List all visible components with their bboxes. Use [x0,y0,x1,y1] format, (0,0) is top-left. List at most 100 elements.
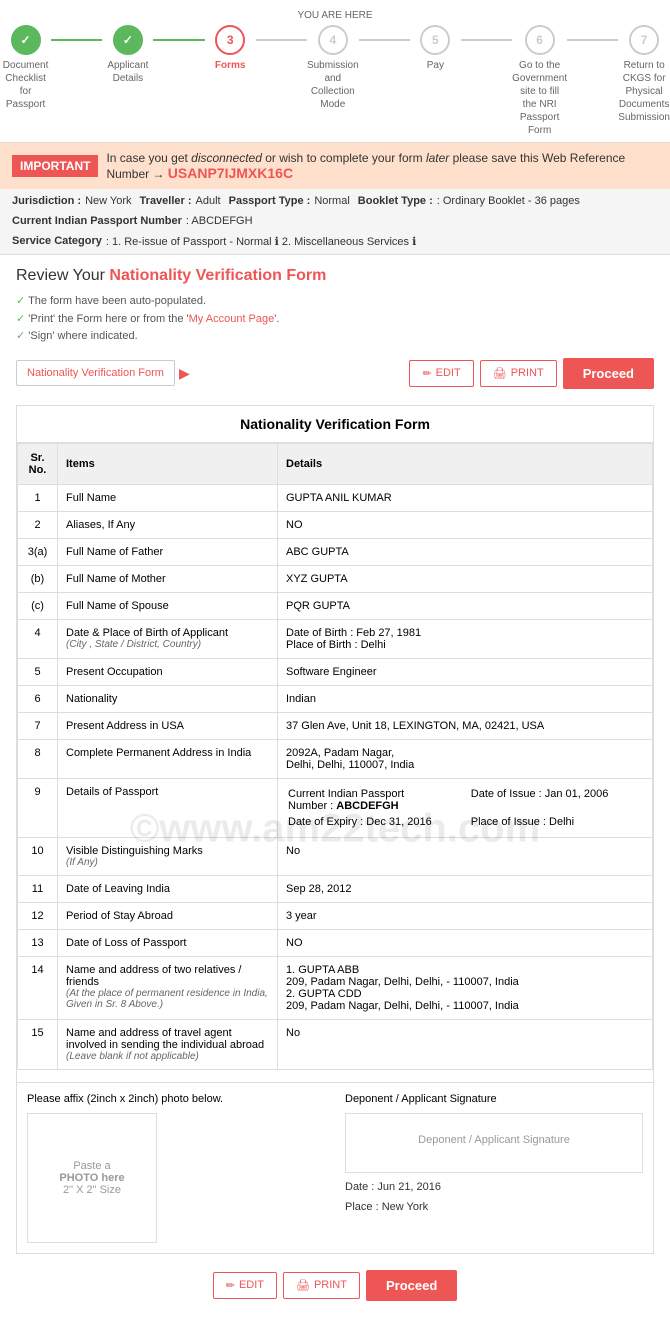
date-info: Date : Jun 21, 2016 [345,1181,643,1193]
passport-type-info: Passport Type : Normal [229,195,350,207]
photo-placeholder: Paste a PHOTO here 2" X 2" Size [27,1113,157,1243]
connector-5 [461,39,512,41]
passport-number-info: Current Indian Passport Number : ABCDEFG… [12,215,253,227]
connector-6 [567,39,618,41]
th-sr: Sr. No. [18,443,58,484]
cell-item: Name and address of travel agent involve… [58,1019,278,1069]
cell-sr: (b) [18,565,58,592]
cell-item: Date of Leaving India [58,875,278,902]
bottom-print-icon: 🖨 [296,1279,310,1292]
cell-detail: Date of Birth : Feb 27, 1981Place of Bir… [278,619,653,658]
table-row: (c)Full Name of SpousePQR GUPTA [18,592,653,619]
cell-sr: 4 [18,619,58,658]
form-nav-arrow: ▶ [179,365,190,382]
cell-detail: 1. GUPTA ABB209, Padam Nagar, Delhi, Del… [278,956,653,1019]
step-7: 7 Return to CKGS for Physical Documents … [618,25,670,124]
bottom-edit-button[interactable]: ✏ EDIT [213,1272,277,1299]
cell-item: Full Name of Spouse [58,592,278,619]
step-1: ✓ Document Checklist for Passport [0,25,51,111]
table-row: 3(a)Full Name of FatherABC GUPTA [18,538,653,565]
top-proceed-button[interactable]: Proceed [563,358,654,389]
table-row: 12Period of Stay Abroad3 year [18,902,653,929]
signature-box: Deponent / Applicant Signature Deponent … [345,1093,643,1243]
bottom-proceed-button[interactable]: Proceed [366,1270,457,1301]
step-6-circle: 6 [525,25,555,55]
step-7-circle: 7 [629,25,659,55]
table-row: 5Present OccupationSoftware Engineer [18,658,653,685]
cell-item: Nationality [58,685,278,712]
cell-detail: ABC GUPTA [278,538,653,565]
jurisdiction-info: Jurisdiction : New York [12,195,132,207]
table-row: 4Date & Place of Birth of Applicant(City… [18,619,653,658]
step-5-circle: 5 [420,25,450,55]
step-6-label: Go to the Government site to fill the NR… [512,59,567,137]
th-details: Details [278,443,653,484]
cell-item: Complete Permanent Address in India [58,739,278,778]
cell-sr: 5 [18,658,58,685]
cell-detail: Software Engineer [278,658,653,685]
step-5: 5 Pay [410,25,461,72]
cell-item: Name and address of two relatives / frie… [58,956,278,1019]
cell-item: Date & Place of Birth of Applicant(City … [58,619,278,658]
cell-sr: 15 [18,1019,58,1069]
bottom-edit-icon: ✏ [226,1279,235,1292]
photo-box: Please affix (2inch x 2inch) photo below… [27,1093,325,1243]
table-row: 1Full NameGUPTA ANIL KUMAR [18,484,653,511]
steps-container: ✓ Document Checklist for Passport ✓ Appl… [0,25,670,137]
cell-detail: PQR GUPTA [278,592,653,619]
step-1-circle: ✓ [11,25,41,55]
bottom-section: Please affix (2inch x 2inch) photo below… [17,1082,653,1253]
step-4-circle: 4 [318,25,348,55]
cell-item: Present Occupation [58,658,278,685]
table-row: 6NationalityIndian [18,685,653,712]
cell-item: Period of Stay Abroad [58,902,278,929]
step-2: ✓ Applicant Details [102,25,153,85]
connector-3 [256,39,307,41]
important-message: In case you get disconnected or wish to … [106,151,658,181]
cell-detail: NO [278,929,653,956]
cell-detail: No [278,1019,653,1069]
cell-sr: 10 [18,837,58,875]
cell-sr: 7 [18,712,58,739]
cell-sr: 6 [18,685,58,712]
photo-label: Please affix (2inch x 2inch) photo below… [27,1093,325,1105]
bottom-print-button[interactable]: 🖨 PRINT [283,1272,360,1299]
checklist: The form have been auto-populated. 'Prin… [16,293,654,346]
cell-item: Date of Loss of Passport [58,929,278,956]
my-account-link[interactable]: My Account Page [189,313,275,325]
table-row: 15Name and address of travel agent invol… [18,1019,653,1069]
checklist-item-1: The form have been auto-populated. [16,293,654,311]
top-print-button[interactable]: 🖨 PRINT [480,360,557,387]
form-nav-label[interactable]: Nationality Verification Form [16,360,175,386]
cell-item: Full Name of Father [58,538,278,565]
cell-sr: 12 [18,902,58,929]
table-row: 9Details of PassportCurrent Indian Passp… [18,778,653,837]
signature-label: Deponent / Applicant Signature [345,1093,643,1105]
step-1-label: Document Checklist for Passport [0,59,51,111]
table-row: 11Date of Leaving IndiaSep 28, 2012 [18,875,653,902]
you-are-here-label: YOU ARE HERE [0,10,670,21]
cell-sr: 3(a) [18,538,58,565]
step-4: 4 Submission and Collection Mode [307,25,359,111]
step-3-label: Forms [215,59,246,72]
cell-detail: No [278,837,653,875]
table-row: (b)Full Name of MotherXYZ GUPTA [18,565,653,592]
step-7-label: Return to CKGS for Physical Documents Su… [618,59,670,124]
step-3-circle: 3 [215,25,245,55]
table-row: 14Name and address of two relatives / fr… [18,956,653,1019]
table-row: 2Aliases, If AnyNO [18,511,653,538]
step-3: 3 Forms [205,25,256,72]
step-4-label: Submission and Collection Mode [307,59,359,111]
cell-sr: 2 [18,511,58,538]
edit-icon: ✏ [422,367,431,380]
cell-detail: Indian [278,685,653,712]
cell-item: Present Address in USA [58,712,278,739]
table-row: 10Visible Distinguishing Marks(If Any)No [18,837,653,875]
top-edit-button[interactable]: ✏ EDIT [409,360,473,387]
traveller-info: Traveller : Adult [140,195,221,207]
service-category-info: Service Category : 1. Re-issue of Passpo… [12,235,416,248]
connector-2 [153,39,204,41]
cell-detail: GUPTA ANIL KUMAR [278,484,653,511]
cell-detail: 3 year [278,902,653,929]
step-2-label: Applicant Details [102,59,153,85]
